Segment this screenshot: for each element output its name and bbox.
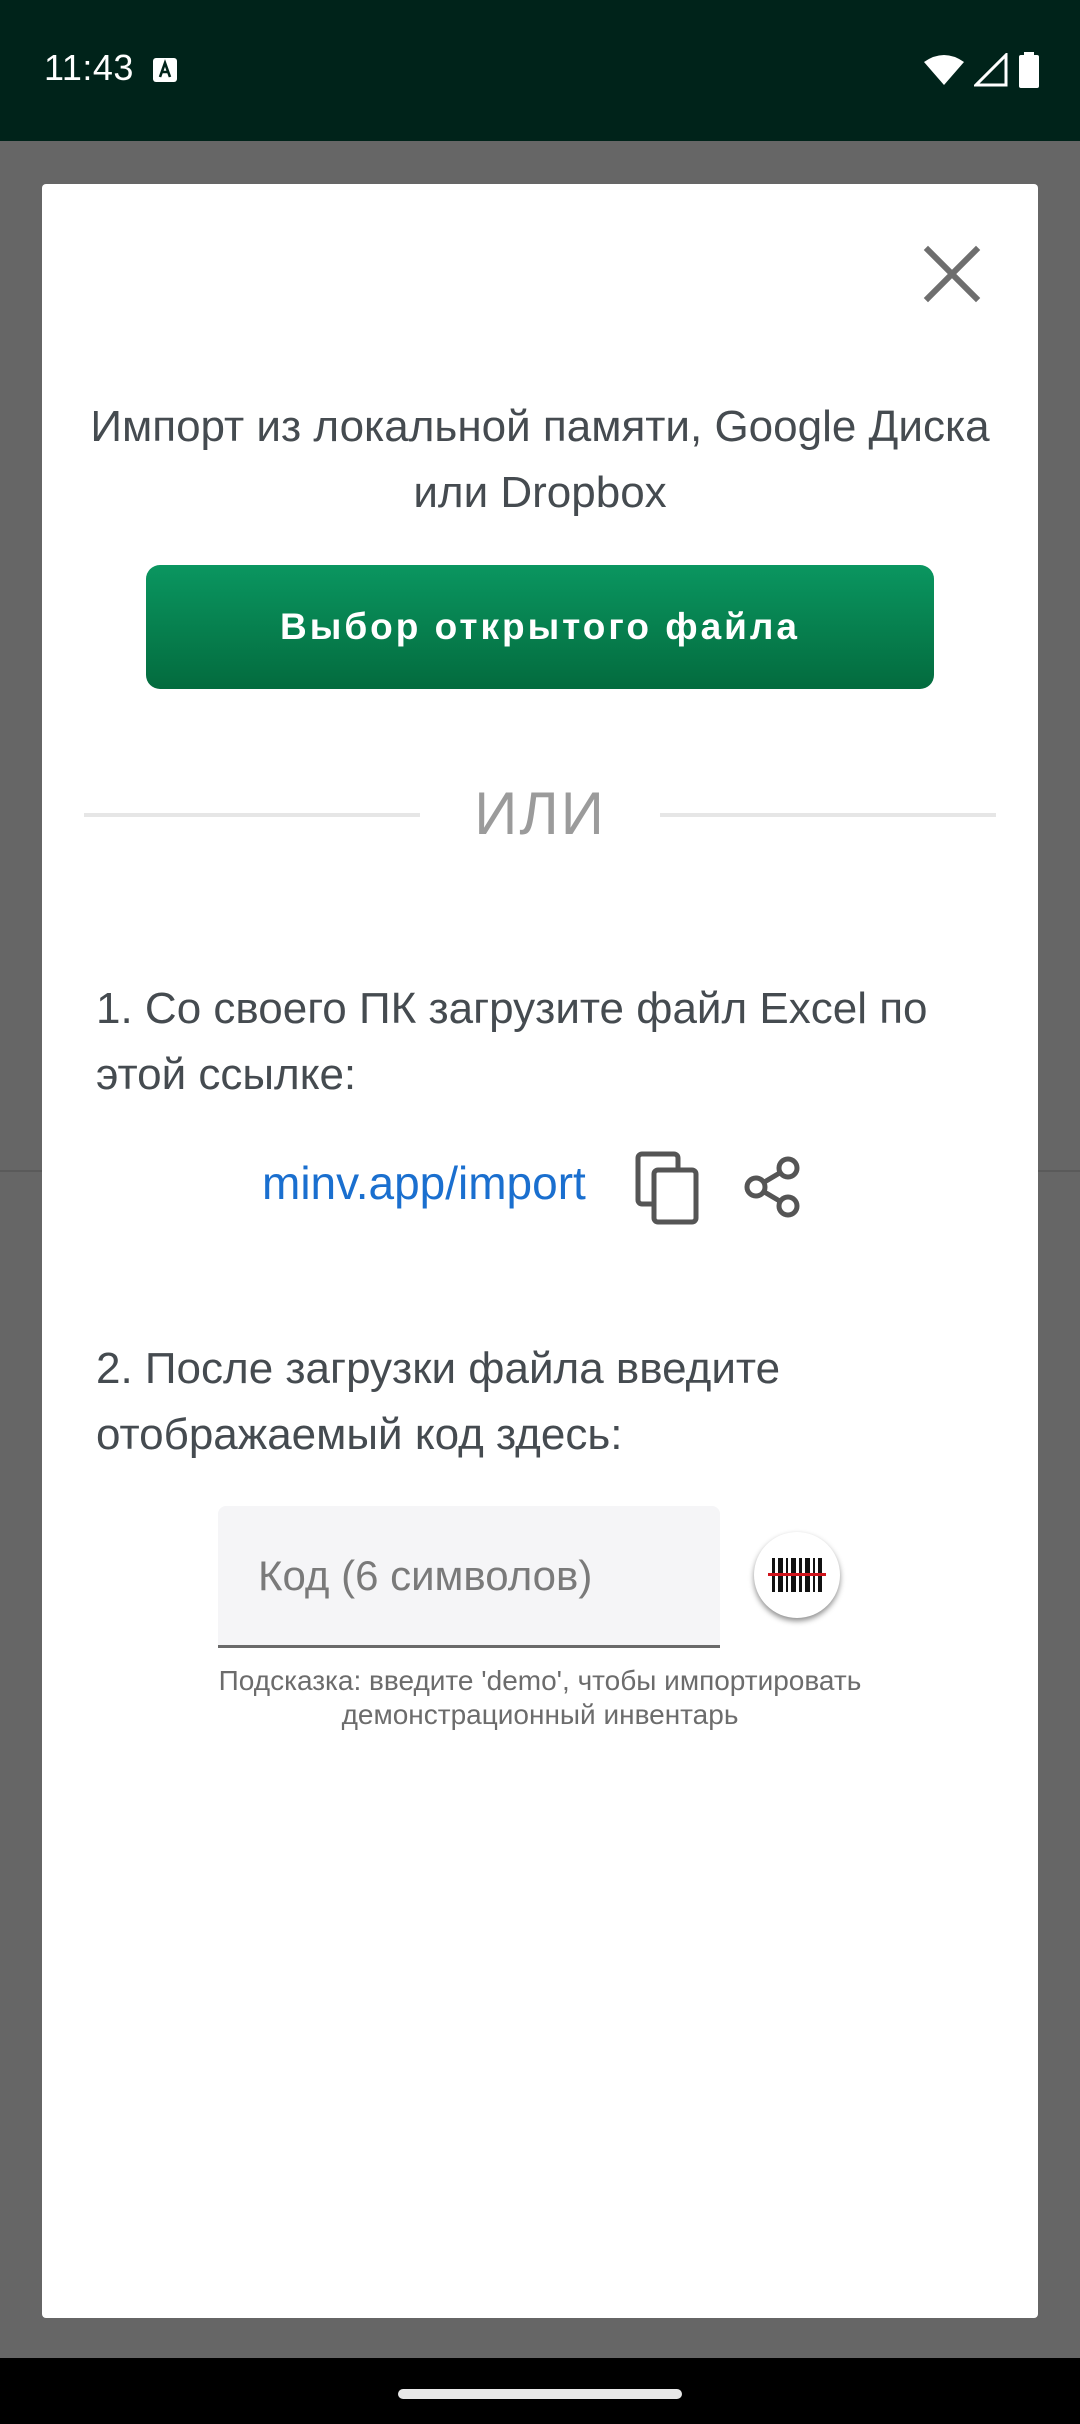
wifi-icon [924,55,964,85]
import-dialog: Импорт из локальной памяти, Google Диска… [42,184,1038,2318]
step-two-instruction: 2. После загрузки файла введите отобража… [96,1344,781,1459]
or-divider-label: ИЛИ [474,780,606,847]
barcode-scan-button[interactable] [754,1532,840,1618]
close-icon[interactable] [912,234,992,314]
import-title: Импорт из локальной памяти, Google Диска… [90,402,990,517]
share-icon[interactable] [740,1154,806,1220]
demo-hint: Подсказка: введите 'demo', чтобы импорти… [218,1665,862,1730]
status-bar: 11:43 [0,0,1080,141]
home-gesture-handle[interactable] [398,2389,682,2399]
divider-right [660,813,996,817]
pick-file-button[interactable]: Выбор открытого файла [146,565,934,689]
status-icons [924,52,1040,88]
code-input[interactable] [218,1506,720,1645]
barcode-scan-icon [768,1558,826,1592]
code-field[interactable] [218,1506,720,1648]
import-link[interactable]: minv.app/import [262,1150,586,1216]
text-a-icon [153,58,177,82]
signal-icon [974,53,1008,87]
battery-icon [1019,52,1039,88]
status-time: 11:43 [44,47,134,88]
copy-icon[interactable] [634,1150,702,1226]
step-one-instruction: 1. Со своего ПК загрузите файл Excel по … [96,984,928,1099]
divider-left [84,813,420,817]
